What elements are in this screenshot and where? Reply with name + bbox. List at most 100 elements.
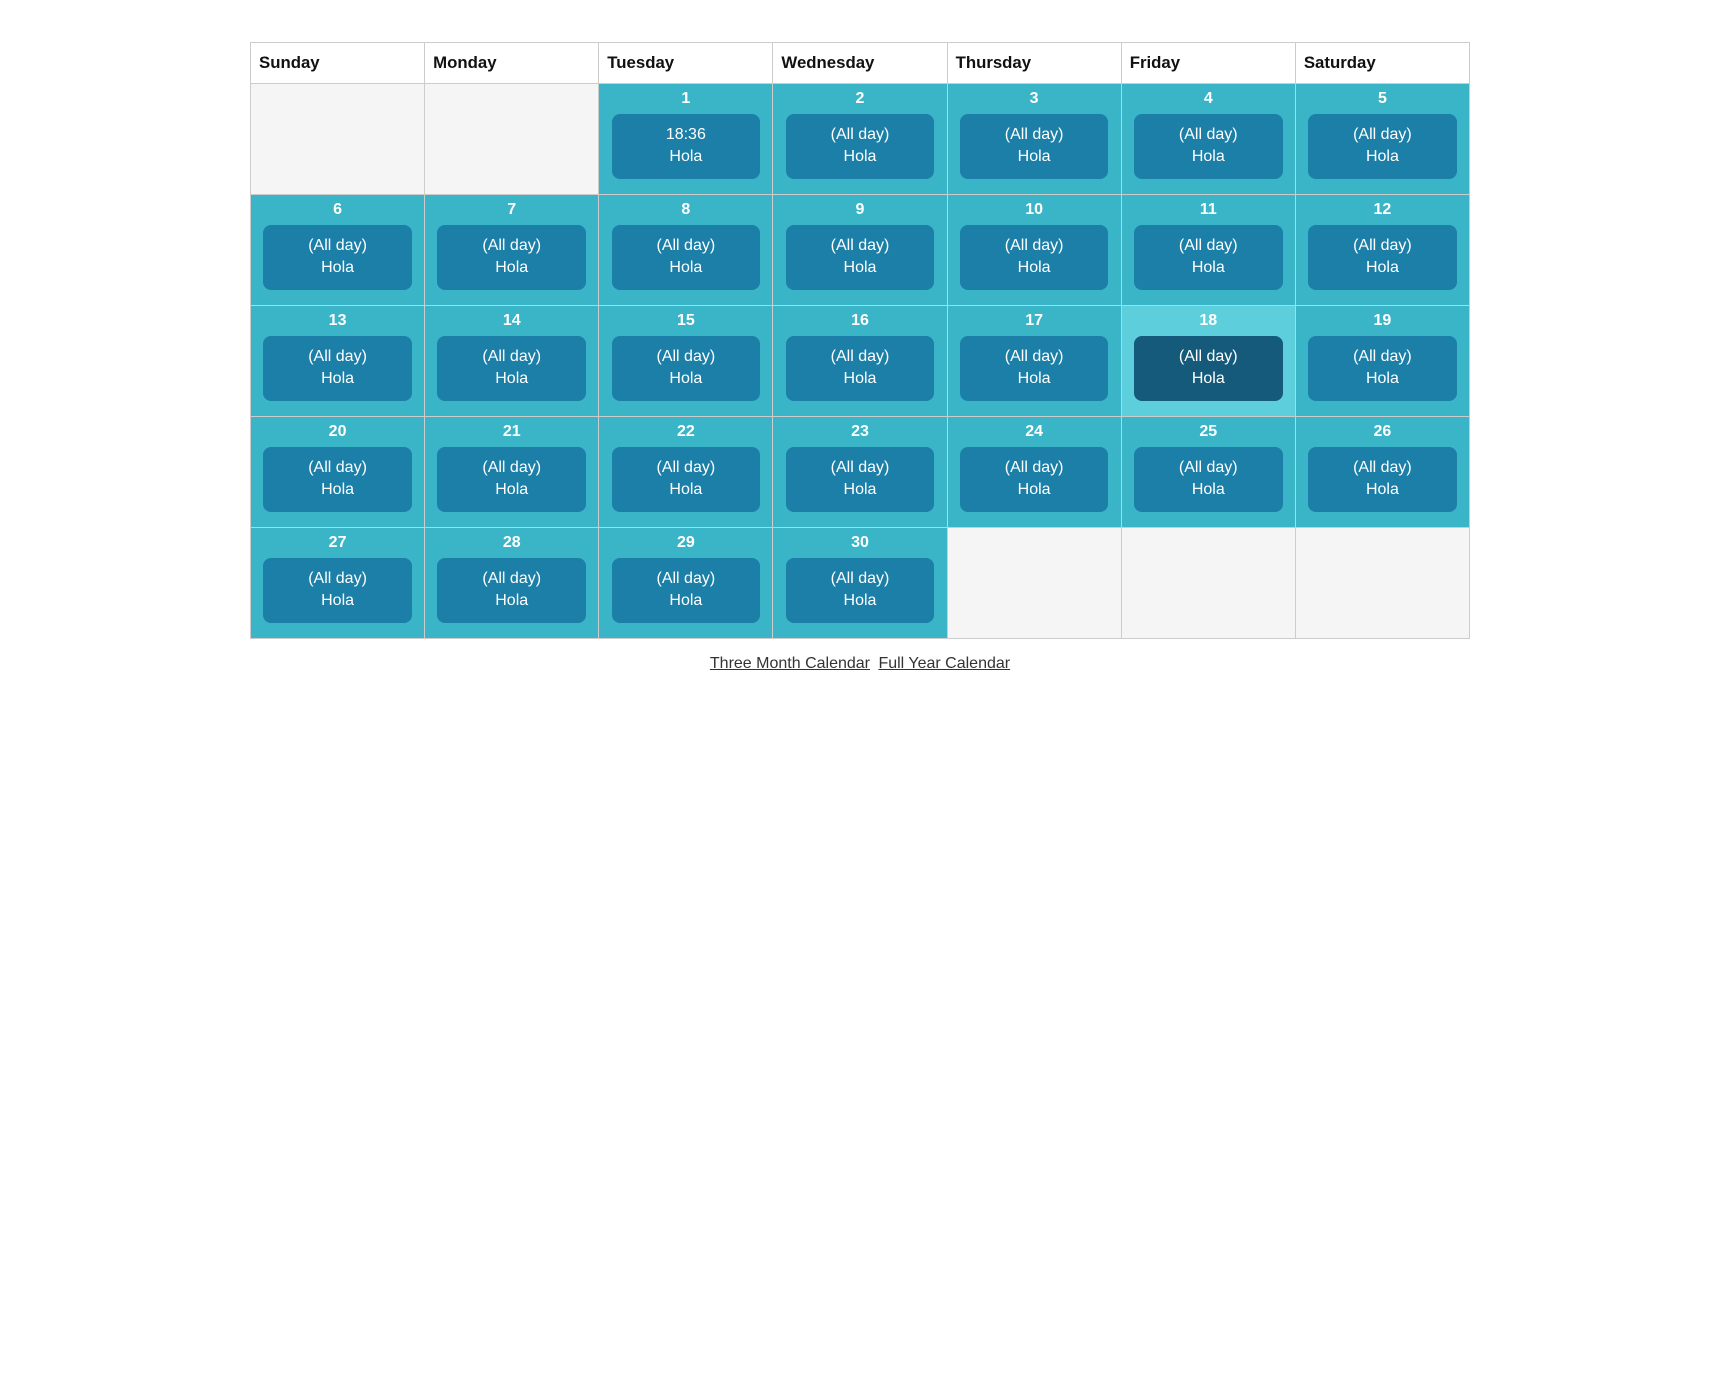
day-number: 24 xyxy=(1025,423,1043,441)
calendar-cell: 11(All day)Hola xyxy=(1121,195,1295,306)
event-box[interactable]: (All day)Hola xyxy=(1308,225,1457,290)
event-box[interactable]: (All day)Hola xyxy=(437,447,586,512)
weekday-header-tuesday: Tuesday xyxy=(599,43,773,84)
calendar-table: SundayMondayTuesdayWednesdayThursdayFrid… xyxy=(250,42,1470,639)
calendar-cell xyxy=(1121,528,1295,639)
calendar-cell: 24 (All day)Hola xyxy=(947,417,1121,528)
day-number: 18 xyxy=(1199,312,1217,330)
calendar-cell: 21 (All day)Hola xyxy=(425,417,599,528)
day-number: 1 xyxy=(681,90,690,108)
day-number: 14 xyxy=(503,312,521,330)
event-box[interactable]: (All day)Hola xyxy=(263,447,412,512)
day-number: 15 xyxy=(677,312,695,330)
day-number: 7 xyxy=(507,201,516,219)
day-number: 5 xyxy=(1378,90,1387,108)
weekday-header-saturday: Saturday xyxy=(1295,43,1469,84)
day-number: 9 xyxy=(856,201,865,219)
weekday-header-wednesday: Wednesday xyxy=(773,43,947,84)
event-box[interactable]: (All day)Hola xyxy=(263,336,412,401)
three-month-link[interactable]: Three Month Calendar xyxy=(710,655,870,672)
calendar-cell: 2 (All day)Hola xyxy=(773,84,947,195)
weekday-header-friday: Friday xyxy=(1121,43,1295,84)
event-box[interactable]: (All day)Hola xyxy=(786,225,935,290)
day-number: 21 xyxy=(503,423,521,441)
calendar-cell: 15 (All day)Hola xyxy=(599,306,773,417)
event-box[interactable]: (All day)Hola xyxy=(960,225,1109,290)
event-box[interactable]: (All day)Hola xyxy=(1308,447,1457,512)
calendar-cell: 5 (All day)Hola xyxy=(1295,84,1469,195)
weekday-header-sunday: Sunday xyxy=(251,43,425,84)
calendar-cell: 3 (All day)Hola xyxy=(947,84,1121,195)
footer-links: Three Month Calendar Full Year Calendar xyxy=(20,655,1700,673)
calendar-cell: 1 18:36Hola xyxy=(599,84,773,195)
weekday-header-monday: Monday xyxy=(425,43,599,84)
day-number: 2 xyxy=(856,90,865,108)
event-box[interactable]: (All day)Hola xyxy=(612,558,761,623)
calendar-cell: 8 (All day)Hola xyxy=(599,195,773,306)
event-box[interactable]: (All day)Hola xyxy=(612,447,761,512)
calendar-cell: 26 (All day)Hola xyxy=(1295,417,1469,528)
calendar-cell: 27 (All day)Hola xyxy=(251,528,425,639)
day-number: 29 xyxy=(677,534,695,552)
day-number: 16 xyxy=(851,312,869,330)
event-box[interactable]: (All day)Hola xyxy=(960,447,1109,512)
event-box[interactable]: (All day)Hola xyxy=(1134,447,1283,512)
event-box[interactable]: 18:36Hola xyxy=(612,114,761,179)
day-number: 23 xyxy=(851,423,869,441)
calendar-cell: 25 (All day)Hola xyxy=(1121,417,1295,528)
event-box[interactable]: (All day)Hola xyxy=(786,336,935,401)
day-number: 30 xyxy=(851,534,869,552)
calendar-cell xyxy=(1295,528,1469,639)
event-box[interactable]: (All day)Hola xyxy=(1134,225,1283,290)
day-number: 19 xyxy=(1374,312,1392,330)
day-number: 12 xyxy=(1374,201,1392,219)
event-box[interactable]: (All day)Hola xyxy=(612,336,761,401)
event-box[interactable]: (All day)Hola xyxy=(263,558,412,623)
event-box[interactable]: (All day)Hola xyxy=(437,225,586,290)
day-number: 13 xyxy=(329,312,347,330)
day-number: 8 xyxy=(681,201,690,219)
event-box[interactable]: (All day)Hola xyxy=(437,558,586,623)
day-number: 20 xyxy=(329,423,347,441)
calendar-cell: 30 (All day)Hola xyxy=(773,528,947,639)
calendar-cell: 29 (All day)Hola xyxy=(599,528,773,639)
calendar-cell: 4 (All day)Hola xyxy=(1121,84,1295,195)
calendar-cell: 17 (All day)Hola xyxy=(947,306,1121,417)
event-box[interactable]: (All day)Hola xyxy=(1308,114,1457,179)
event-box[interactable]: (All day)Hola xyxy=(437,336,586,401)
event-box[interactable]: (All day)Hola xyxy=(263,225,412,290)
calendar-cell: 19 (All day)Hola xyxy=(1295,306,1469,417)
day-number: 10 xyxy=(1025,201,1043,219)
event-box[interactable]: (All day)Hola xyxy=(1134,336,1283,401)
event-box[interactable]: (All day)Hola xyxy=(612,225,761,290)
calendar-cell: 13 (All day)Hola xyxy=(251,306,425,417)
day-number: 3 xyxy=(1030,90,1039,108)
calendar-cell xyxy=(251,84,425,195)
full-year-link[interactable]: Full Year Calendar xyxy=(878,655,1010,672)
day-number: 4 xyxy=(1204,90,1213,108)
event-box[interactable]: (All day)Hola xyxy=(786,114,935,179)
calendar-cell: 23 (All day)Hola xyxy=(773,417,947,528)
event-box[interactable]: (All day)Hola xyxy=(786,558,935,623)
calendar-cell: 7 (All day)Hola xyxy=(425,195,599,306)
event-box[interactable]: (All day)Hola xyxy=(786,447,935,512)
event-box[interactable]: (All day)Hola xyxy=(960,336,1109,401)
day-number: 26 xyxy=(1374,423,1392,441)
day-number: 22 xyxy=(677,423,695,441)
calendar-cell xyxy=(947,528,1121,639)
day-number: 6 xyxy=(333,201,342,219)
day-number: 28 xyxy=(503,534,521,552)
event-box[interactable]: (All day)Hola xyxy=(960,114,1109,179)
day-number: 25 xyxy=(1199,423,1217,441)
calendar-cell: 10 (All day)Hola xyxy=(947,195,1121,306)
event-box[interactable]: (All day)Hola xyxy=(1134,114,1283,179)
day-number: 17 xyxy=(1025,312,1043,330)
calendar-cell: 22 (All day)Hola xyxy=(599,417,773,528)
day-number: 27 xyxy=(329,534,347,552)
calendar-cell: 18 (All day)Hola xyxy=(1121,306,1295,417)
weekday-header-thursday: Thursday xyxy=(947,43,1121,84)
calendar-cell: 16 (All day)Hola xyxy=(773,306,947,417)
calendar-cell: 6 (All day)Hola xyxy=(251,195,425,306)
event-box[interactable]: (All day)Hola xyxy=(1308,336,1457,401)
calendar-cell: 28 (All day)Hola xyxy=(425,528,599,639)
